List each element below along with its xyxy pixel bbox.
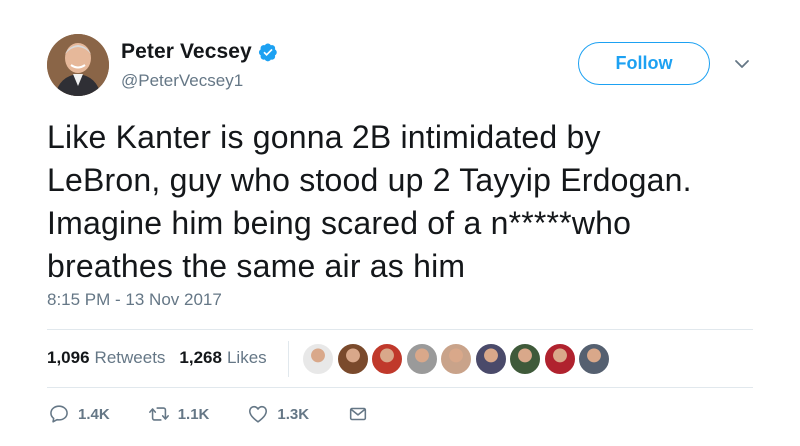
tweet-timestamp[interactable]: 8:15 PM - 13 Nov 2017	[47, 290, 222, 310]
liker-avatar[interactable]	[474, 343, 507, 375]
likes-stat[interactable]: 1,268 Likes	[179, 348, 266, 368]
retweet-button[interactable]: 1.1K	[148, 403, 210, 425]
chevron-down-icon[interactable]	[734, 56, 750, 72]
divider	[47, 329, 753, 330]
liker-avatar[interactable]	[405, 343, 438, 375]
retweets-stat[interactable]: 1,096 Retweets	[47, 348, 165, 368]
liker-avatar[interactable]	[302, 343, 334, 375]
like-button[interactable]: 1.3K	[247, 403, 309, 425]
avatar[interactable]	[47, 34, 109, 96]
retweets-count: 1,096	[47, 348, 90, 367]
stats-separator	[288, 341, 289, 377]
retweets-label: Retweets	[94, 348, 166, 367]
liker-avatar[interactable]	[336, 343, 369, 375]
tweet-text-line: Imagine him being scared of a n*****who	[47, 205, 632, 241]
tweet-text-line: LeBron, guy who stood up 2 Tayyip Erdoga…	[47, 162, 692, 198]
like-count: 1.3K	[277, 405, 310, 423]
likes-count: 1,268	[179, 348, 222, 367]
reply-button[interactable]: 1.4K	[48, 403, 110, 425]
reply-icon	[50, 405, 68, 423]
tweet-text-line: breathes the same air as him	[47, 248, 466, 284]
liker-avatar[interactable]	[509, 343, 541, 375]
liker-avatar[interactable]	[578, 343, 610, 375]
tweet-text-line: Like Kanter is gonna 2B intimidated by	[47, 119, 601, 155]
retweet-count: 1.1K	[177, 405, 210, 423]
tweet-stats: 1,096 Retweets 1,268 Likes	[47, 348, 267, 368]
verified-badge-icon	[258, 43, 277, 62]
liker-avatar[interactable]	[440, 343, 472, 375]
follow-button[interactable]: Follow	[578, 42, 710, 85]
tweet-text: Like Kanter is gonna 2B intimidated by L…	[47, 116, 767, 288]
liker-avatar[interactable]	[543, 343, 576, 375]
retweet-icon	[148, 407, 169, 421]
user-handle[interactable]: @PeterVecsey1	[121, 71, 243, 91]
likes-label: Likes	[226, 348, 267, 367]
direct-message-button[interactable]	[347, 403, 369, 425]
heart-icon	[249, 405, 268, 423]
tweet-actions: 1.4K 1.1K 1.3K	[48, 403, 369, 425]
author-name-row[interactable]: Peter Vecsey	[121, 40, 278, 64]
display-name[interactable]: Peter Vecsey	[121, 40, 252, 64]
profile-photo-icon	[47, 34, 109, 96]
liker-avatars	[302, 343, 613, 375]
liker-avatar[interactable]	[371, 343, 403, 375]
envelope-icon	[349, 407, 367, 421]
divider	[47, 387, 753, 388]
reply-count: 1.4K	[78, 405, 110, 423]
